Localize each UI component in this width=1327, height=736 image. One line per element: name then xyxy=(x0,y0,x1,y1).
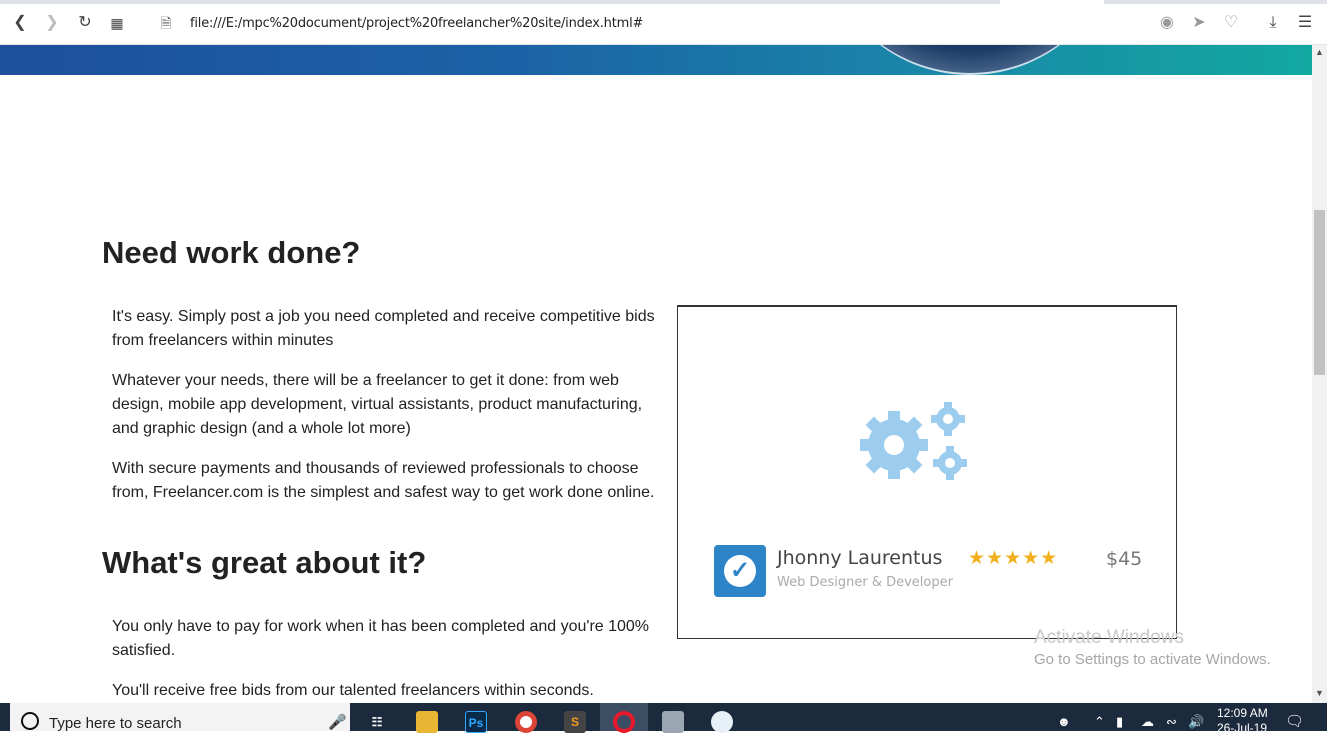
tab-strip xyxy=(0,0,1327,4)
freelancer-role: Web Designer & Developer xyxy=(777,575,953,590)
menu-icon[interactable]: ☰ xyxy=(1296,14,1314,32)
back-icon[interactable]: ❮ xyxy=(11,14,29,32)
notifications-icon[interactable]: 🗨 xyxy=(1285,712,1304,730)
clock[interactable]: 12:09 AM 26-Jul-19 xyxy=(1217,706,1268,736)
camera-icon[interactable]: ◉ xyxy=(1158,14,1176,32)
paragraph-2: Whatever your needs, there will be a fre… xyxy=(112,372,643,437)
people-icon[interactable]: ☻ xyxy=(1057,714,1071,729)
onedrive-icon[interactable]: ☁ xyxy=(1141,714,1154,730)
opera-icon[interactable] xyxy=(613,711,635,733)
avatar: ✓ xyxy=(714,545,766,597)
taskbar-search[interactable]: Type here to search 🎤 xyxy=(10,703,350,732)
rating-stars: ★★★★★ xyxy=(968,548,1059,569)
hero-banner xyxy=(0,45,1312,75)
scroll-thumb[interactable] xyxy=(1314,210,1325,375)
task-view-icon[interactable]: ☷ xyxy=(366,711,388,733)
heading-whats-great: What's great about it? xyxy=(102,545,427,580)
volume-icon[interactable]: 🔊 xyxy=(1188,714,1204,730)
browser-toolbar: ❮ ❯ ↻ ▦ 🗎 file:///E:/mpc%20document/proj… xyxy=(0,0,1327,45)
send-icon[interactable]: ➤ xyxy=(1190,14,1208,32)
microphone-icon[interactable]: 🎤 xyxy=(328,713,347,731)
file-explorer-icon[interactable] xyxy=(416,711,438,733)
photoshop-icon[interactable]: Ps xyxy=(465,711,487,733)
cortana-icon[interactable] xyxy=(21,712,39,730)
address-bar[interactable]: file:///E:/mpc%20document/project%20free… xyxy=(190,16,643,31)
heading-need-work-done: Need work done? xyxy=(102,235,361,270)
activate-windows-title: Activate Windows xyxy=(1034,627,1184,648)
chrome-icon[interactable] xyxy=(515,711,537,733)
freelancer-card: ✓ Jhonny Laurentus Web Designer & Develo… xyxy=(677,305,1177,639)
forward-icon[interactable]: ❯ xyxy=(43,14,61,32)
sublime-text-icon[interactable]: S xyxy=(564,711,586,733)
paragraph-3: With secure payments and thousands of re… xyxy=(112,460,655,501)
price: $45 xyxy=(1106,548,1143,570)
scrollbar[interactable]: ▲ ▼ xyxy=(1312,45,1327,703)
activate-windows-subtitle: Go to Settings to activate Windows. xyxy=(1034,651,1271,668)
photos-icon[interactable] xyxy=(662,711,684,733)
gears-icon xyxy=(860,402,967,480)
battery-icon[interactable]: ▮ xyxy=(1116,714,1123,730)
download-icon[interactable]: ⤓ xyxy=(1264,14,1282,32)
tabs-grid-icon[interactable]: ▦ xyxy=(108,14,126,32)
search-placeholder[interactable]: Type here to search xyxy=(49,715,182,732)
active-tab[interactable] xyxy=(1000,0,1104,4)
paragraph-4: You only have to pay for work when it ha… xyxy=(112,618,650,659)
clock-date: 26-Jul-19 xyxy=(1217,721,1268,735)
paragraph-5: You'll receive free bids from our talent… xyxy=(112,682,594,699)
clock-time: 12:09 AM xyxy=(1217,706,1268,720)
chevron-up-icon[interactable]: ⌃ xyxy=(1094,714,1105,730)
paragraph-1: It's easy. Simply post a job you need co… xyxy=(112,308,655,349)
reload-icon[interactable]: ↻ xyxy=(76,14,94,32)
page-icon: 🗎 xyxy=(160,15,172,31)
paint-icon[interactable] xyxy=(711,711,733,733)
freelancer-name: Jhonny Laurentus xyxy=(777,547,943,569)
web-page: Need work done? It's easy. Simply post a… xyxy=(0,45,1312,703)
scroll-down-icon[interactable]: ▼ xyxy=(1315,688,1324,698)
heart-icon[interactable]: ♡ xyxy=(1222,14,1240,32)
checkmark-icon: ✓ xyxy=(724,555,756,587)
taskbar: Type here to search 🎤 ☷ Ps S ☻ ⌃ ▮ ☁ ∾ 🔊… xyxy=(0,703,1327,735)
wifi-icon[interactable]: ∾ xyxy=(1166,714,1177,730)
scroll-up-icon[interactable]: ▲ xyxy=(1315,47,1324,57)
